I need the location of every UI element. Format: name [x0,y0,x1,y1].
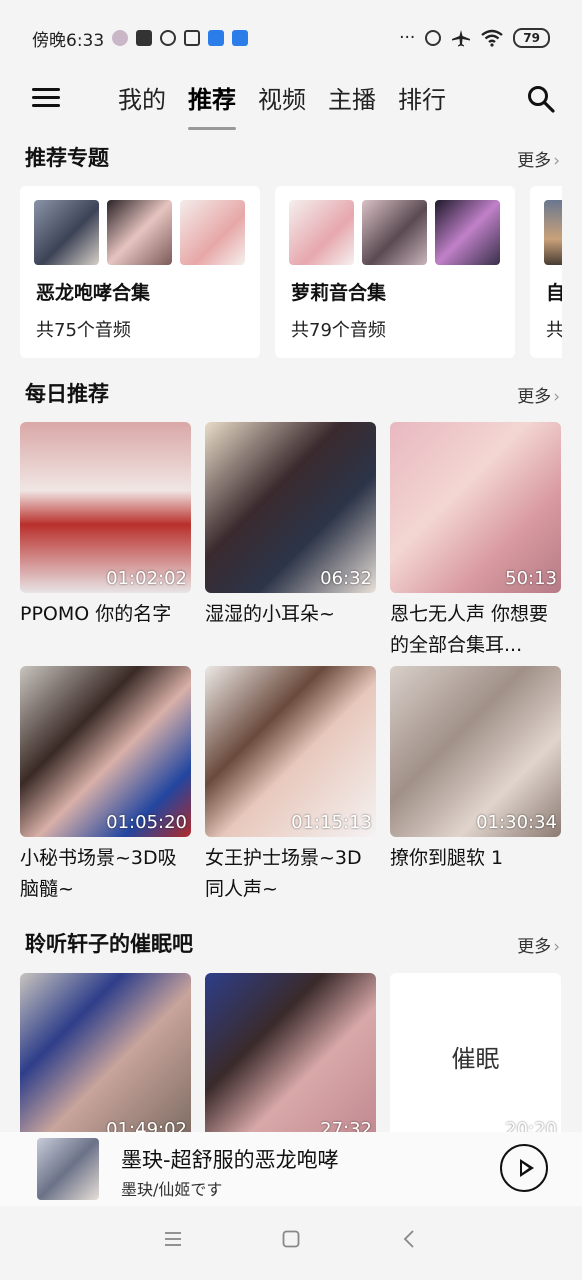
audio-cover: 01:02:02 [20,422,191,593]
hamburger-menu-icon[interactable] [32,86,60,110]
topic-card[interactable]: 萝莉音合集 共79个音频 [275,186,515,358]
topic-thumbnail [107,200,172,265]
recommended-topics-header: 推荐专题 更多 › [0,138,582,178]
tab-ranking[interactable]: 排行 [398,70,446,130]
calendar-icon [184,30,201,46]
section-title: 推荐专题 [25,146,109,170]
audio-title: 恩七无人声 你想要的全部合集耳... [390,603,549,656]
audio-title: 撩你到腿软 1 [390,847,504,869]
duration-label: 01:05:20 [106,812,187,833]
audio-item[interactable]: 01:49:02 [20,973,191,1144]
top-navigation: 我的 推荐 视频 主播 排行 [0,70,582,132]
duration-label: 50:13 [505,568,557,589]
player-cover [37,1138,99,1200]
tab-video[interactable]: 视频 [258,70,306,130]
audio-item[interactable]: 50:13 恩七无人声 你想要的全部合集耳... [390,422,561,661]
audio-cover: 06:32 [205,422,376,593]
topic-name: 萝莉音合集 [291,282,387,304]
avatar-notification-icon [112,30,129,46]
topic-thumbnail [435,200,500,265]
more-link[interactable]: 更多 › [517,146,560,171]
chevron-right-icon: › [553,387,560,407]
audio-title: 湿湿的小耳朵~ [205,603,335,625]
topic-card[interactable]: 自 共 [530,186,562,358]
audio-item[interactable]: 01:02:02 PPOMO 你的名字 [20,422,191,661]
audio-title: PPOMO 你的名字 [20,603,172,625]
player-artist: 墨玦/仙姬です [121,1180,223,1199]
recent-apps-icon[interactable] [164,1230,182,1248]
alarm-icon [160,30,177,46]
topic-card[interactable]: 恶龙咆哮合集 共75个音频 [20,186,260,358]
duration-label: 01:30:34 [476,812,557,833]
audio-cover: 01:49:02 [20,973,191,1144]
app-n-icon-2 [232,30,249,46]
tab-recommend[interactable]: 推荐 [188,70,236,130]
airplane-icon [452,30,471,47]
alarm-clock-icon [425,30,442,46]
hypnosis-header: 聆听轩子的催眠吧 更多 › [0,924,582,964]
daily-recommend-header: 每日推荐 更多 › [0,374,582,414]
audio-item[interactable]: 01:15:13 女王护士场景~3D同人声~ [205,666,376,905]
audio-cover: 01:15:13 [205,666,376,837]
player-title: 墨玦-超舒服的恶龙咆哮 [121,1148,339,1172]
home-icon[interactable] [282,1230,300,1248]
play-button[interactable] [500,1144,548,1192]
audio-cover: 01:30:34 [390,666,561,837]
tab-anchor[interactable]: 主播 [328,70,376,130]
audio-cover: 50:13 [390,422,561,593]
audio-item[interactable]: 27:32 [205,973,376,1144]
audio-title: 小秘书场景~3D吸脑髓~ [20,847,177,900]
status-bar: 傍晚6:33 ··· 79 [0,0,582,76]
more-label: 更多 [517,937,552,957]
more-label: 更多 [517,151,552,171]
topic-thumbnail [544,200,562,265]
audio-item[interactable]: 01:30:34 撩你到腿软 1 [390,666,561,905]
tab-mine[interactable]: 我的 [118,70,166,130]
more-link[interactable]: 更多 › [517,382,560,407]
back-icon[interactable] [402,1230,416,1248]
more-notifications-icon: ··· [399,28,416,48]
wifi-icon [481,29,504,47]
topic-count: 共79个音频 [291,320,386,341]
mini-player[interactable]: 墨玦-超舒服的恶龙咆哮 墨玦/仙姬です [0,1132,582,1206]
audio-item[interactable]: 催眠 20:20 [390,973,561,1144]
topic-count: 共 [546,320,562,341]
section-title: 每日推荐 [25,382,109,406]
topic-thumbnail [180,200,245,265]
topic-count: 共75个音频 [36,320,131,341]
app-n-icon [208,30,225,46]
duration-label: 06:32 [320,568,372,589]
audio-cover: 27:32 [205,973,376,1144]
system-navigation-bar [0,1206,582,1280]
topic-thumbnail [289,200,354,265]
duration-label: 01:02:02 [106,568,187,589]
duration-label: 01:15:13 [291,812,372,833]
tab-bar: 我的 推荐 视频 主播 排行 [118,70,446,130]
topic-carousel[interactable]: 恶龙咆哮合集 共75个音频 萝莉音合集 共79个音频 自 共 [20,186,562,358]
battery-indicator: 79 [513,28,550,48]
topic-name: 恶龙咆哮合集 [36,282,151,304]
audio-item[interactable]: 01:05:20 小秘书场景~3D吸脑髓~ [20,666,191,905]
upload-icon [136,30,153,46]
chevron-right-icon: › [553,151,560,171]
more-link[interactable]: 更多 › [517,932,560,957]
topic-name: 自 [546,282,562,304]
topic-thumbnail [362,200,427,265]
audio-title: 女王护士场景~3D同人声~ [205,847,362,900]
chevron-right-icon: › [553,937,560,957]
search-icon[interactable] [526,84,556,114]
audio-cover: 催眠 20:20 [390,973,561,1144]
section-title: 聆听轩子的催眠吧 [25,932,193,956]
topic-thumbnail [34,200,99,265]
audio-item[interactable]: 06:32 湿湿的小耳朵~ [205,422,376,661]
status-time: 傍晚6:33 [32,30,105,51]
more-label: 更多 [517,387,552,407]
cover-text: 催眠 [451,1045,500,1073]
audio-cover: 01:05:20 [20,666,191,837]
